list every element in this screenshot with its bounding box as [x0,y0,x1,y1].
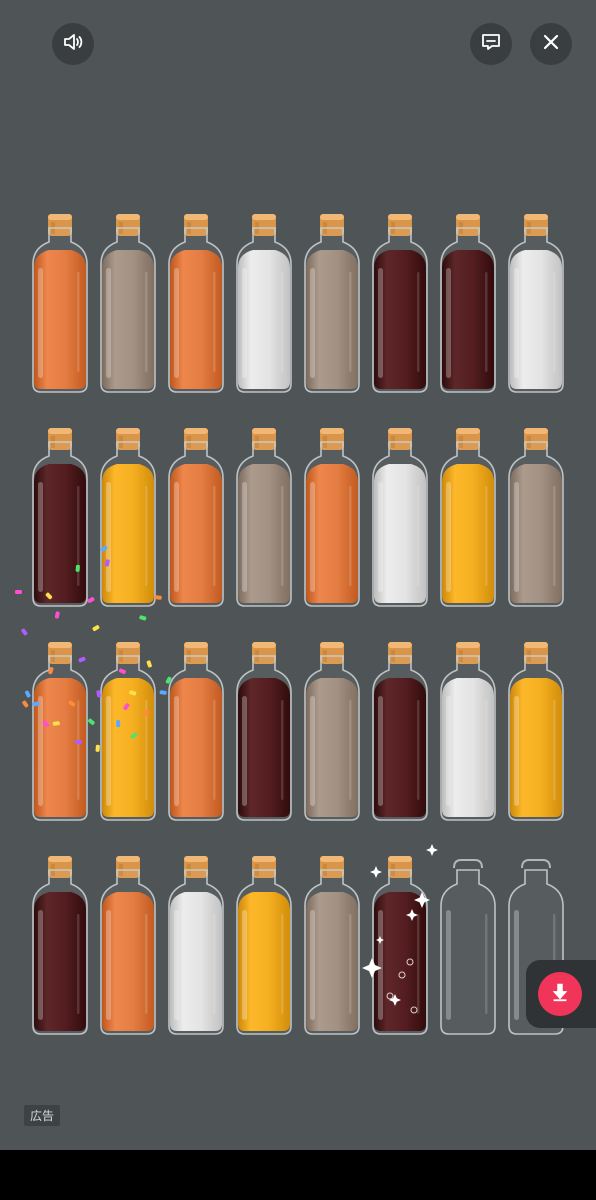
bottle-orange[interactable] [29,212,91,394]
download-button[interactable] [538,972,582,1016]
bottle-orange[interactable] [165,426,227,608]
bottle-yellow[interactable] [437,426,499,608]
bottle-maroon[interactable] [437,212,499,394]
bottle-taupe[interactable] [301,212,363,394]
bottle-taupe[interactable] [97,212,159,394]
bottle-maroon[interactable] [29,854,91,1036]
bottle-orange[interactable] [97,854,159,1036]
bottle-maroon[interactable] [29,426,91,608]
bottle-taupe[interactable] [233,426,295,608]
bottle-white[interactable] [369,426,431,608]
bottle-maroon[interactable] [369,212,431,394]
bottle-maroon[interactable] [369,640,431,822]
bottle-orange[interactable] [165,640,227,822]
download-tab[interactable] [526,960,596,1028]
bottle-taupe[interactable] [301,640,363,822]
bottle-empty[interactable] [437,854,499,1036]
bottle-maroon[interactable] [233,640,295,822]
bottle-yellow[interactable] [505,640,567,822]
download-arrow-icon [549,981,571,1007]
bottle-yellow[interactable] [233,854,295,1036]
bottle-taupe[interactable] [505,426,567,608]
bottle-white[interactable] [505,212,567,394]
bottle-yellow[interactable] [97,426,159,608]
bottle-white[interactable] [437,640,499,822]
system-nav-bar [0,1150,596,1200]
bottle-orange[interactable] [29,640,91,822]
bottle-white[interactable] [165,854,227,1036]
ad-label: 広告 [24,1105,61,1126]
bottle-white[interactable] [233,212,295,394]
bottle-yellow[interactable] [97,640,159,822]
bottle-taupe[interactable] [301,854,363,1036]
bottle-orange[interactable] [165,212,227,394]
bottle-maroon[interactable] [369,854,431,1036]
bottle-orange[interactable] [301,426,363,608]
bottle-board [0,0,596,1150]
